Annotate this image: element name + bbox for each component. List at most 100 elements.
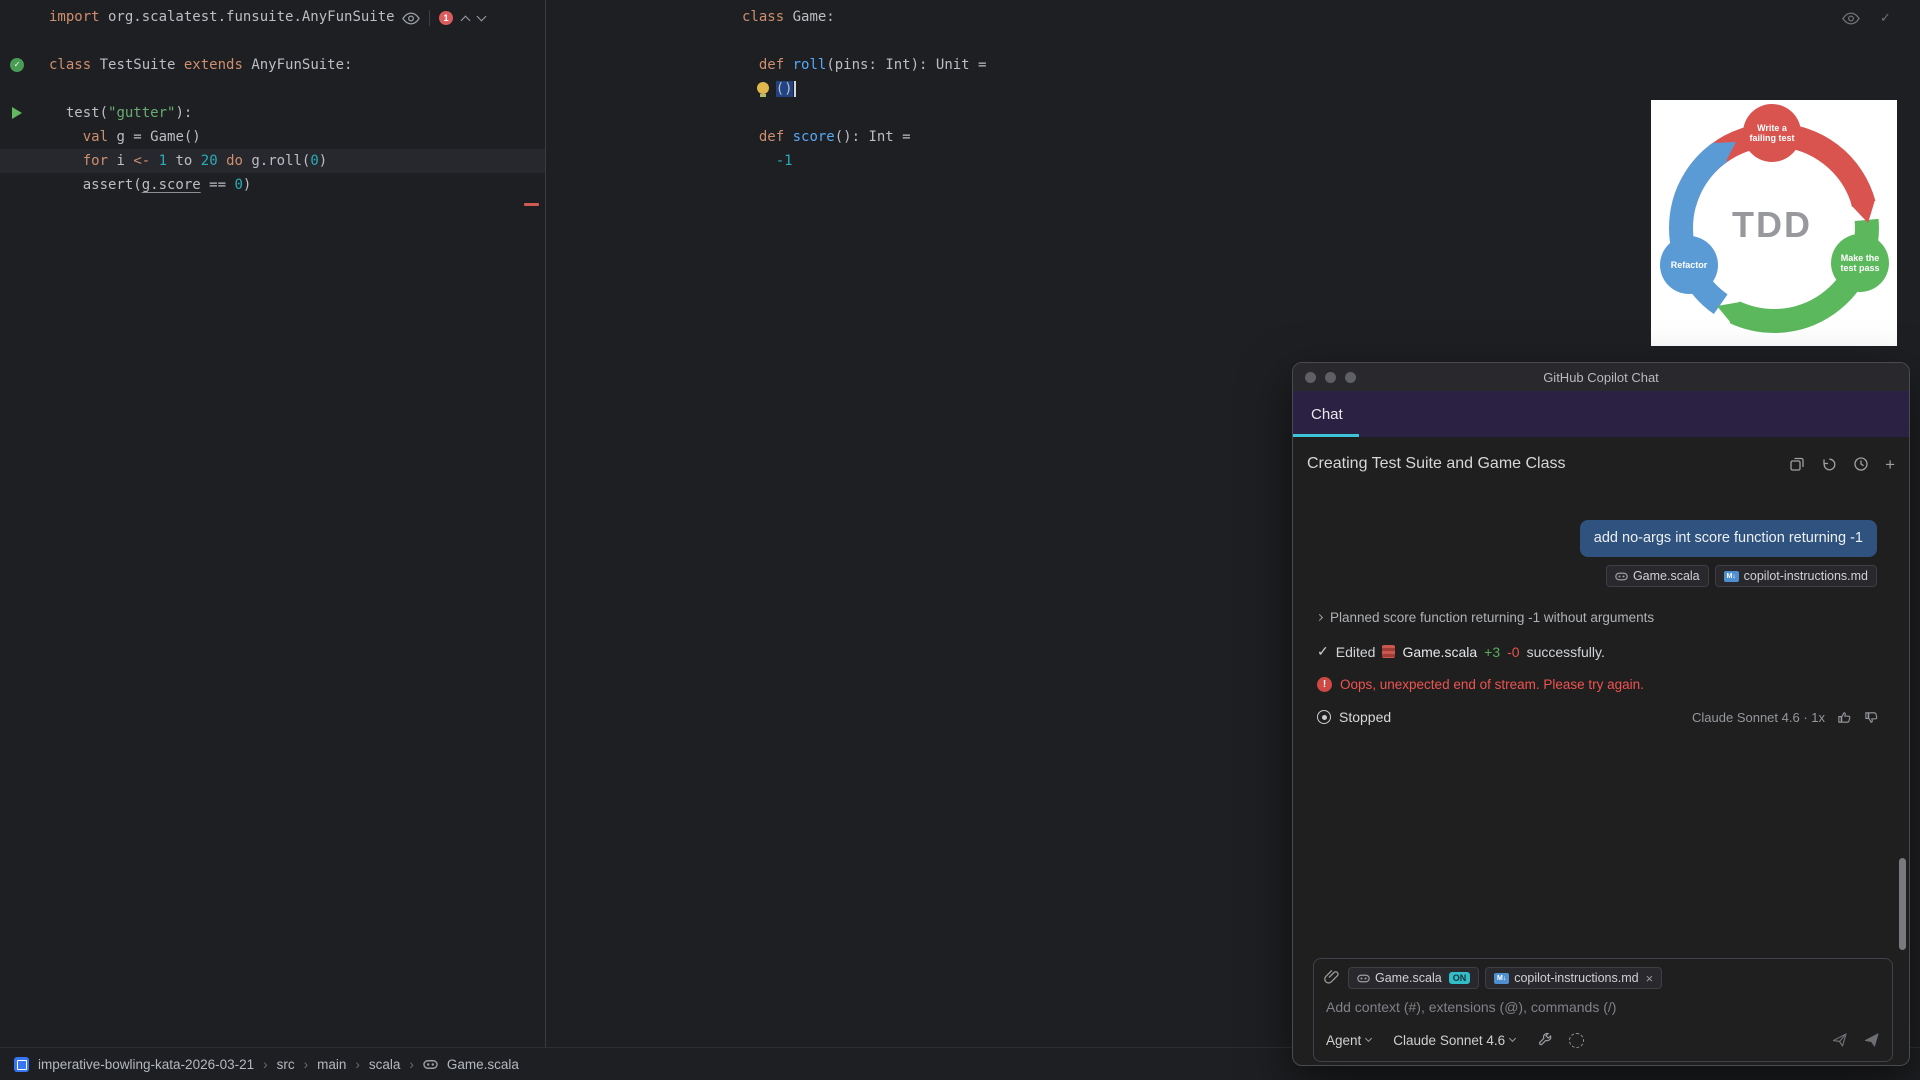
breadcrumb-main[interactable]: main xyxy=(317,1057,346,1072)
next-error-icon[interactable] xyxy=(476,11,487,22)
mode-selector[interactable]: Agent xyxy=(1326,1032,1373,1048)
active-tab-indicator xyxy=(1293,434,1359,437)
markdown-file-icon: M↓ xyxy=(1494,972,1510,984)
tdd-node-label: Make the test pass xyxy=(1840,252,1880,273)
intention-bulb-icon[interactable] xyxy=(757,82,769,97)
breadcrumb-separator: › xyxy=(409,1056,414,1072)
breadcrumb-src[interactable]: src xyxy=(277,1057,295,1072)
code-line[interactable]: () xyxy=(546,77,1920,101)
code-line[interactable]: for i <- 1 to 20 do g.roll(0) xyxy=(0,149,545,173)
code-token: roll xyxy=(784,57,827,73)
chevron-down-icon xyxy=(1509,1034,1517,1043)
code-line[interactable]: class TestSuite extends AnyFunSuite: xyxy=(0,53,545,77)
error-count-badge[interactable]: 1 xyxy=(439,11,453,25)
input-chip-copilot-instructions[interactable]: M↓ copilot-instructions.md × xyxy=(1485,967,1663,989)
attachment-chip-game-scala[interactable]: Game.scala xyxy=(1605,565,1709,587)
code-line[interactable]: class Game: xyxy=(546,5,1920,29)
step-planned[interactable]: Planned score function returning -1 with… xyxy=(1315,610,1655,625)
edited-file-link[interactable]: Game.scala xyxy=(1402,644,1477,660)
code-line[interactable]: val g = Game() xyxy=(0,125,545,149)
previous-error-icon[interactable] xyxy=(460,15,471,25)
code-token: g.roll( xyxy=(242,153,311,169)
edited-label: Edited xyxy=(1335,643,1376,660)
thumbs-up-icon[interactable] xyxy=(1837,710,1852,725)
window-close-icon[interactable] xyxy=(1305,372,1316,383)
chat-window-titlebar[interactable]: GitHub Copilot Chat xyxy=(1293,363,1909,391)
no-problems-check-icon[interactable]: ✓ xyxy=(1880,10,1891,26)
code-token: Game: xyxy=(784,9,835,25)
model-selector[interactable]: Claude Sonnet 4.6 xyxy=(1393,1032,1517,1048)
reader-mode-eye-icon[interactable] xyxy=(402,11,420,25)
code-line[interactable]: assert(g.score == 0) xyxy=(0,173,545,197)
window-minimize-icon[interactable] xyxy=(1325,372,1336,383)
code-line[interactable]: def roll(pins: Int): Unit = xyxy=(546,53,1920,77)
code-token: for xyxy=(82,153,109,169)
model-label: Claude Sonnet 4.6 xyxy=(1393,1032,1506,1048)
breadcrumb-separator: › xyxy=(263,1056,268,1072)
breadcrumb-scala[interactable]: scala xyxy=(369,1057,401,1072)
window-zoom-icon[interactable] xyxy=(1345,372,1356,383)
run-test-gutter-icon[interactable] xyxy=(12,107,22,119)
input-attachments: Game.scala ON M↓ copilot-instructions.md… xyxy=(1348,967,1663,989)
test-code: import org.scalatest.funsuite.AnyFunSuit… xyxy=(0,5,545,197)
attachment-label: copilot-instructions.md xyxy=(1743,569,1868,583)
stack-icon[interactable] xyxy=(1789,456,1805,472)
planned-text: Planned score function returning -1 with… xyxy=(1330,610,1655,625)
tools-icon[interactable] xyxy=(1537,1032,1553,1048)
code-token: g = Game() xyxy=(108,129,201,145)
code-token: to xyxy=(167,153,201,169)
reader-mode-eye-icon[interactable] xyxy=(1842,11,1860,25)
tab-chat[interactable]: Chat xyxy=(1311,406,1343,423)
mode-label: Agent xyxy=(1326,1032,1362,1048)
code-line[interactable] xyxy=(0,29,545,53)
code-token: test( xyxy=(49,105,109,121)
inspections-widget: 1 xyxy=(402,8,487,28)
tdd-node-label: Write a failing test xyxy=(1749,122,1795,143)
tdd-center-label: TDD xyxy=(1732,204,1812,245)
code-token: 1 xyxy=(158,153,168,169)
code-line[interactable] xyxy=(0,77,545,101)
code-token: TestSuite xyxy=(91,57,184,73)
code-token: "gutter" xyxy=(108,105,176,121)
response-meta: Claude Sonnet 4.6 · 1x xyxy=(1692,710,1879,725)
code-token: class xyxy=(742,9,785,25)
code-token: val xyxy=(82,129,109,145)
history-icon[interactable] xyxy=(1853,456,1869,472)
code-line[interactable] xyxy=(546,29,1920,53)
diff-removed: -0 xyxy=(1507,643,1520,660)
code-token: class xyxy=(49,57,92,73)
code-token: ): xyxy=(175,105,193,121)
run-class-gutter-icon[interactable] xyxy=(10,58,24,72)
new-chat-icon[interactable]: + xyxy=(1885,456,1895,473)
send-outline-icon[interactable] xyxy=(1832,1032,1848,1048)
error-icon: ! xyxy=(1317,677,1332,692)
code-line[interactable]: test("gutter"): xyxy=(0,101,545,125)
tdd-node-refactor: Refactor xyxy=(1660,236,1718,294)
attachment-chip-copilot-instructions[interactable]: M↓ copilot-instructions.md xyxy=(1714,565,1877,587)
thread-title[interactable]: Creating Test Suite and Game Class xyxy=(1307,455,1566,473)
chat-input-box[interactable]: Game.scala ON M↓ copilot-instructions.md… xyxy=(1313,958,1893,1062)
breadcrumb-project[interactable]: imperative-bowling-kata-2026-03-21 xyxy=(38,1057,254,1072)
breadcrumb-file[interactable]: Game.scala xyxy=(447,1057,519,1072)
remove-attachment-icon[interactable]: × xyxy=(1646,971,1654,986)
error-stripe-mark[interactable] xyxy=(524,203,539,206)
code-token: 0 xyxy=(234,177,243,193)
attach-context-icon[interactable] xyxy=(1324,969,1340,985)
chat-input[interactable]: Add context (#), extensions (@), command… xyxy=(1326,999,1616,1015)
markdown-file-icon: M↓ xyxy=(1723,570,1739,582)
copilot-file-icon xyxy=(1615,570,1628,583)
code-token: extends xyxy=(183,57,243,73)
widget-divider xyxy=(429,10,430,26)
input-chip-game-scala[interactable]: Game.scala ON xyxy=(1348,967,1480,989)
chat-scrollbar-thumb[interactable] xyxy=(1899,858,1906,950)
thumbs-down-icon[interactable] xyxy=(1864,710,1879,725)
chevron-right-icon[interactable] xyxy=(1315,613,1324,622)
usage-circle-icon[interactable] xyxy=(1569,1032,1585,1048)
test-editor-pane[interactable]: import org.scalatest.funsuite.AnyFunSuit… xyxy=(0,0,545,1047)
undo-icon[interactable] xyxy=(1821,456,1837,472)
code-token: g.score xyxy=(141,177,201,193)
tdd-node-label: Refactor xyxy=(1670,259,1708,270)
send-icon[interactable] xyxy=(1864,1032,1880,1048)
